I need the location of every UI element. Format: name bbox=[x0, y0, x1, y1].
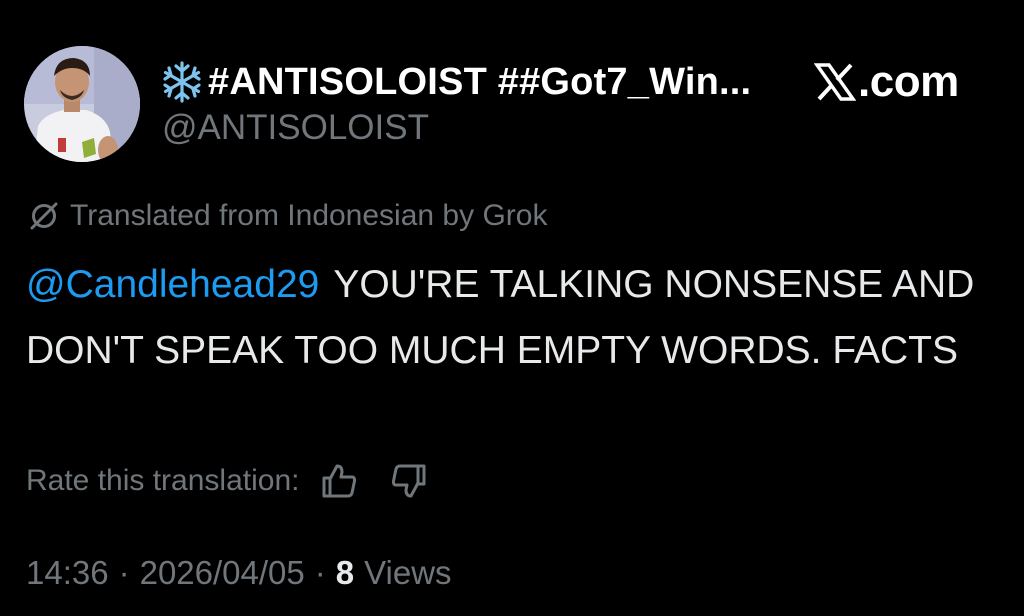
rate-translation-label: Rate this translation: bbox=[26, 464, 300, 497]
avatar[interactable] bbox=[24, 46, 140, 162]
views-count: 8 bbox=[335, 554, 355, 591]
views-label: Views bbox=[364, 554, 452, 591]
author-handle[interactable]: @ANTISOLOIST bbox=[162, 108, 429, 148]
meta-separator: · bbox=[118, 554, 130, 591]
tweet-meta: 14:36 · 2026/04/05 · 8 Views bbox=[26, 550, 452, 596]
grok-icon bbox=[30, 202, 58, 230]
translation-notice-text: Translated from Indonesian by Grok bbox=[70, 199, 548, 232]
thumbs-down-icon bbox=[392, 464, 426, 498]
meta-separator: · bbox=[314, 554, 326, 591]
thumbs-up-button[interactable] bbox=[317, 459, 361, 503]
thumbs-down-button[interactable] bbox=[387, 459, 431, 503]
rate-translation-row: Rate this translation: bbox=[26, 458, 431, 504]
display-name: #ANTISOLOIST ##Got7_Win... bbox=[208, 60, 752, 103]
tweet-text: @Candlehead29 YOU'RE TALKING NONSENSE AND… bbox=[26, 252, 1001, 384]
tweet-date[interactable]: 2026/04/05 bbox=[140, 554, 305, 592]
thumbs-up-icon bbox=[322, 464, 357, 498]
mention-link[interactable]: @Candlehead29 bbox=[26, 263, 319, 306]
translation-notice: Translated from Indonesian by Grok bbox=[28, 196, 547, 236]
site-label: .com bbox=[814, 56, 959, 108]
snowflake-icon bbox=[163, 61, 201, 103]
site-domain-text: .com bbox=[858, 57, 959, 106]
x-logo-icon bbox=[814, 63, 856, 101]
tweet-time[interactable]: 14:36 bbox=[26, 554, 109, 592]
author-name-row[interactable]: #ANTISOLOIST ##Got7_Win... bbox=[160, 58, 751, 106]
